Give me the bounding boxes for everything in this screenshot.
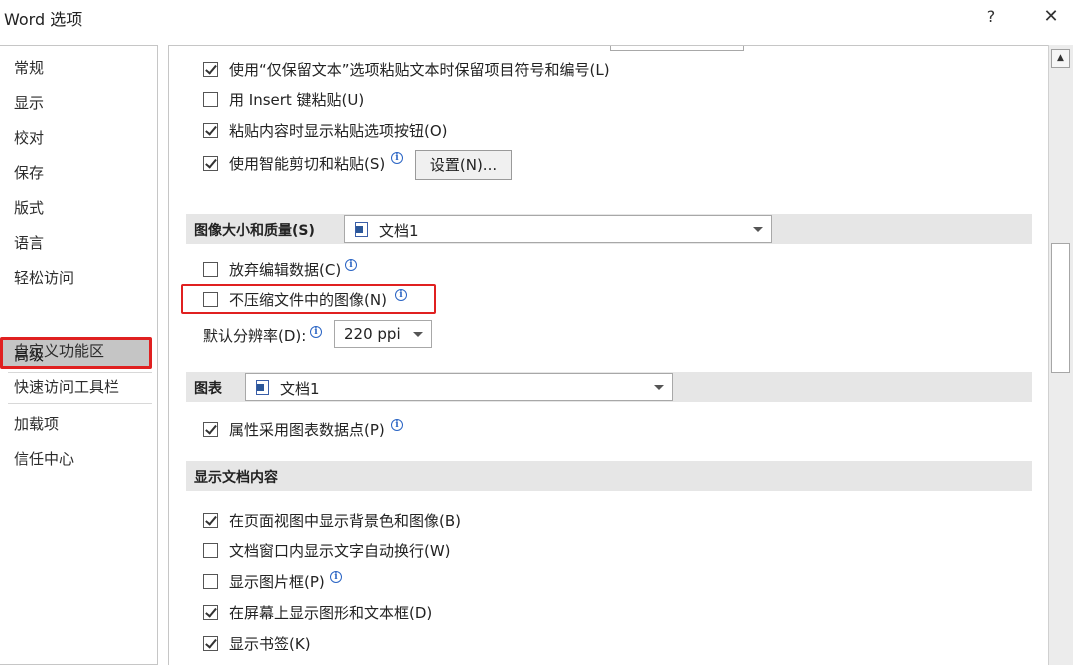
sidebar-item-language[interactable]: 语言 bbox=[14, 232, 44, 253]
section-title: 图像大小和质量(S) bbox=[194, 223, 315, 239]
chart-document-select[interactable]: 文档1 bbox=[245, 373, 673, 401]
selected-document: 文档1 bbox=[280, 380, 320, 398]
chevron-down-icon bbox=[413, 332, 423, 337]
show-paste-options-label: 粘贴内容时显示粘贴选项按钮(O) bbox=[229, 122, 448, 140]
divider bbox=[8, 372, 152, 373]
show-background-checkbox[interactable] bbox=[203, 513, 218, 528]
show-bookmarks-checkbox[interactable] bbox=[203, 636, 218, 651]
sidebar-item-general[interactable]: 常规 bbox=[14, 57, 44, 78]
discard-edit-data-label: 放弃编辑数据(C) bbox=[229, 261, 342, 279]
info-icon[interactable]: i bbox=[391, 152, 403, 164]
highlight-box bbox=[181, 284, 436, 314]
word-document-icon bbox=[355, 222, 368, 237]
sidebar-item-add-ins[interactable]: 加载项 bbox=[14, 413, 59, 434]
section-title: 显示文档内容 bbox=[194, 470, 278, 486]
chevron-down-icon bbox=[654, 385, 664, 390]
info-icon[interactable]: i bbox=[391, 419, 403, 431]
word-document-icon bbox=[256, 380, 269, 395]
sidebar-item-accessibility[interactable]: 轻松访问 bbox=[14, 267, 74, 288]
info-icon[interactable]: i bbox=[345, 259, 357, 271]
chart-data-point-checkbox[interactable] bbox=[203, 422, 218, 437]
insert-key-paste-label: 用 Insert 键粘贴(U) bbox=[229, 91, 365, 109]
discard-edit-data-checkbox[interactable] bbox=[203, 262, 218, 277]
scroll-up-arrow-icon[interactable]: ▲ bbox=[1051, 49, 1070, 68]
show-background-label: 在页面视图中显示背景色和图像(B) bbox=[229, 512, 461, 530]
wrap-text-label: 文档窗口内显示文字自动换行(W) bbox=[229, 542, 451, 560]
resolution-value: 220 ppi bbox=[344, 325, 401, 343]
info-icon[interactable]: i bbox=[310, 326, 322, 338]
section-header-display-content: 显示文档内容 bbox=[186, 461, 1032, 491]
show-drawings-checkbox[interactable] bbox=[203, 605, 218, 620]
sidebar-item-customize-ribbon[interactable]: 自定义功能区 bbox=[14, 340, 104, 361]
divider bbox=[8, 403, 152, 404]
sidebar-item-save[interactable]: 保存 bbox=[14, 162, 44, 183]
sidebar-item-display[interactable]: 显示 bbox=[14, 92, 44, 113]
title-bar: Word 选项 ? ✕ bbox=[0, 0, 1080, 34]
sidebar-item-proofing[interactable]: 校对 bbox=[14, 127, 44, 148]
sidebar-item-trust-center[interactable]: 信任中心 bbox=[14, 448, 74, 469]
sidebar-item-typography[interactable]: 版式 bbox=[14, 197, 44, 218]
window-title: Word 选项 bbox=[4, 10, 83, 29]
smart-cut-paste-checkbox[interactable] bbox=[203, 156, 218, 171]
selected-document: 文档1 bbox=[379, 222, 419, 240]
insert-key-paste-checkbox[interactable] bbox=[203, 92, 218, 107]
image-quality-document-select[interactable]: 文档1 bbox=[344, 215, 772, 243]
show-drawings-label: 在屏幕上显示图形和文本框(D) bbox=[229, 604, 433, 622]
keep-bullets-label: 使用“仅保留文本”选项粘贴文本时保留项目符号和编号(L) bbox=[229, 61, 610, 79]
section-title: 图表 bbox=[194, 381, 222, 397]
keep-bullets-checkbox[interactable] bbox=[203, 62, 218, 77]
partial-control bbox=[610, 46, 744, 51]
picture-placeholders-checkbox[interactable] bbox=[203, 574, 218, 589]
chevron-down-icon bbox=[753, 227, 763, 232]
close-button[interactable]: ✕ bbox=[1036, 3, 1066, 31]
resolution-select[interactable]: 220 ppi bbox=[334, 320, 432, 348]
show-bookmarks-label: 显示书签(K) bbox=[229, 635, 311, 653]
help-button[interactable]: ? bbox=[976, 3, 1006, 31]
smart-cut-paste-label: 使用智能剪切和粘贴(S) bbox=[229, 155, 386, 173]
settings-button[interactable]: 设置(N)... bbox=[415, 150, 512, 180]
show-paste-options-checkbox[interactable] bbox=[203, 123, 218, 138]
scroll-thumb[interactable] bbox=[1051, 243, 1070, 373]
chart-data-point-label: 属性采用图表数据点(P) bbox=[229, 421, 385, 439]
sidebar: 常规 显示 校对 保存 版式 语言 轻松访问 高级 自定义功能区 快速访问工具栏… bbox=[0, 45, 158, 665]
default-resolution-label: 默认分辨率(D): bbox=[203, 327, 307, 345]
wrap-text-checkbox[interactable] bbox=[203, 543, 218, 558]
picture-placeholders-label: 显示图片框(P) bbox=[229, 573, 325, 591]
sidebar-item-quick-access-toolbar[interactable]: 快速访问工具栏 bbox=[14, 376, 119, 397]
info-icon[interactable]: i bbox=[330, 571, 342, 583]
